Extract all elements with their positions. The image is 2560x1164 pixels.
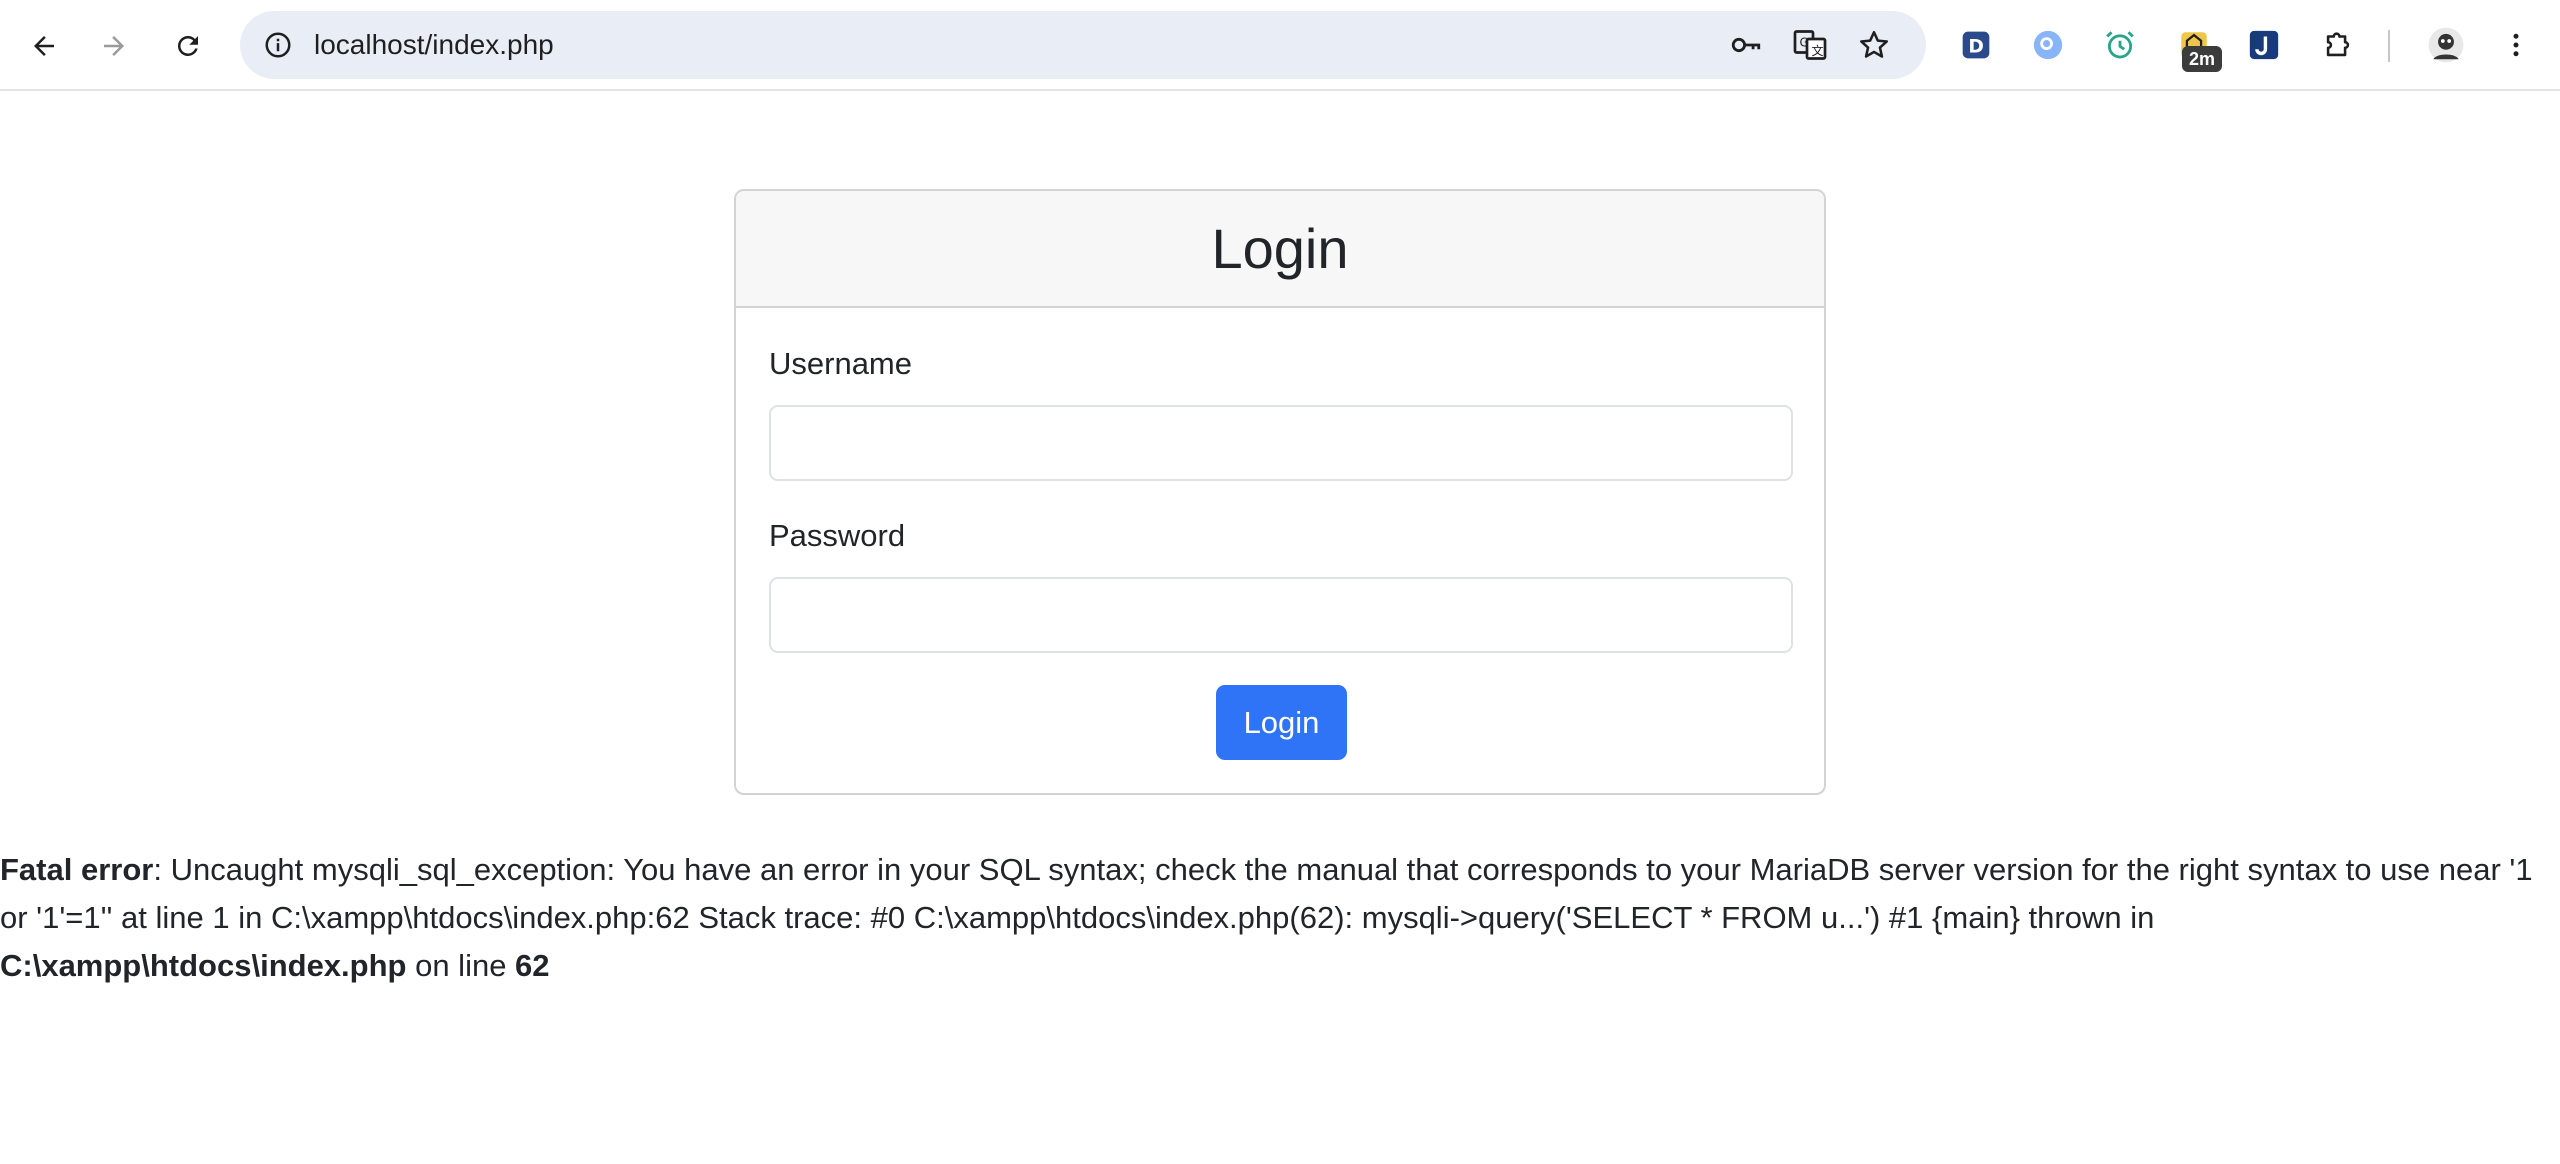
password-input[interactable] (769, 577, 1793, 653)
card-header: Login (736, 191, 1824, 308)
key-icon[interactable] (1722, 21, 1770, 69)
error-label: Fatal error (0, 852, 154, 887)
error-on-line: on line (406, 948, 516, 983)
svg-text:D: D (1968, 36, 1984, 57)
puzzle-icon[interactable] (2314, 21, 2362, 69)
back-button[interactable] (20, 22, 68, 70)
translate-icon[interactable]: G文 (1786, 21, 1834, 69)
d-extension-icon[interactable]: D (1952, 21, 2000, 69)
reload-icon (177, 35, 198, 56)
url-text[interactable]: localhost/index.php (314, 11, 554, 79)
error-file: C:\xampp\htdocs\index.php (0, 948, 407, 983)
username-input[interactable] (769, 405, 1793, 481)
toolbar-separator (2388, 30, 2390, 62)
arrow-left-icon (34, 36, 54, 56)
reload-button[interactable] (164, 22, 212, 70)
search-extension-icon[interactable] (2024, 21, 2072, 69)
address-bar[interactable]: localhost/index.php G文 (240, 11, 1926, 79)
profile-avatar[interactable] (2422, 21, 2470, 69)
error-line-number: 62 (515, 948, 550, 983)
extension-badge: 2m (2182, 46, 2222, 72)
login-card: Login Username Password Login (734, 189, 1826, 795)
browser-toolbar: localhost/index.php G文 D 2m (0, 0, 2560, 91)
svg-text:G: G (1800, 36, 1809, 50)
site-info-icon[interactable] (254, 21, 302, 69)
kebab-menu-icon[interactable] (2492, 21, 2540, 69)
alarm-extension-icon[interactable] (2096, 21, 2144, 69)
password-label: Password (769, 518, 906, 553)
php-error-message: Fatal error: Uncaught mysqli_sql_excepti… (0, 846, 2560, 990)
svg-text:文: 文 (1812, 43, 1824, 58)
page-title: Login (1211, 217, 1349, 280)
j-extension-icon[interactable] (2240, 21, 2288, 69)
username-label: Username (769, 346, 912, 381)
error-text: : Uncaught mysqli_sql_exception: You hav… (0, 852, 2533, 935)
star-icon[interactable] (1850, 21, 1898, 69)
arrow-right-icon (104, 36, 124, 56)
login-button[interactable]: Login (1216, 685, 1347, 760)
forward-button[interactable] (90, 22, 138, 70)
